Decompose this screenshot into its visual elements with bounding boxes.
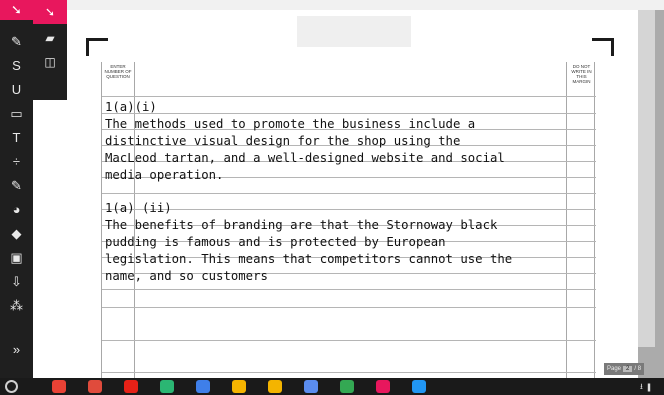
os-taskbar: ⭳ ▮ <box>0 378 664 395</box>
text-icon[interactable]: T <box>0 128 33 148</box>
total-pages: / 8 <box>634 366 642 372</box>
ruled-line <box>102 96 596 97</box>
note-icon[interactable]: ▰ <box>33 26 67 50</box>
answer-line[interactable]: media operation. <box>105 167 223 183</box>
answer-line[interactable]: legislation. This means that competitors… <box>105 251 512 267</box>
pin-icon[interactable]: ⇩ <box>0 272 33 292</box>
keep-icon[interactable] <box>232 380 246 393</box>
youtube-icon[interactable] <box>124 380 138 393</box>
more-icon[interactable]: » <box>0 340 33 360</box>
play-store-icon[interactable] <box>160 380 174 393</box>
slides-icon[interactable] <box>268 380 282 393</box>
ruled-line <box>102 209 596 210</box>
app-icon[interactable] <box>412 380 426 393</box>
answer-line[interactable]: 1(a)(i) <box>105 99 157 115</box>
margin-header: DO NOT WRITE IN THIS MARGIN <box>571 64 592 84</box>
chrome-icon[interactable] <box>52 380 66 393</box>
pen-icon[interactable]: ✎ <box>0 176 33 196</box>
annotation-toolbar: ➘ ✎ S U ▭ T ÷ ✎ ◕ ◆ ▣ ⇩ ⁂ » <box>0 0 33 378</box>
frame-icon[interactable]: ◫ <box>33 50 67 74</box>
image-icon[interactable]: ▣ <box>0 248 33 268</box>
answer-line[interactable]: MacLeod tartan, and a well-designed webs… <box>105 150 505 166</box>
answer-line[interactable]: 1(a) (ii) <box>105 200 172 216</box>
page-label: Page <box>607 366 622 372</box>
answer-line[interactable]: pudding is famous and is protected by Eu… <box>105 234 446 250</box>
strikethrough-icon[interactable]: S <box>0 56 33 76</box>
launcher-icon[interactable] <box>5 380 18 393</box>
underline-icon[interactable]: U <box>0 80 33 100</box>
answer-line[interactable]: name, and so customers <box>105 268 268 284</box>
title-placeholder-box <box>297 16 411 47</box>
eraser-icon[interactable]: ◆ <box>0 224 33 244</box>
sheets-icon[interactable] <box>304 380 318 393</box>
answer-line[interactable]: distinctive visual design for the shop u… <box>105 133 460 149</box>
answer-line[interactable]: The methods used to promote the business… <box>105 116 475 132</box>
ruled-line <box>102 289 596 290</box>
current-page[interactable]: 2 <box>623 366 633 372</box>
scan-corner-mark-top-right <box>592 38 614 56</box>
top-strip <box>0 0 664 10</box>
voice-comment-icon[interactable]: ◕ <box>0 200 33 220</box>
comment-icon[interactable]: ▭ <box>0 104 33 124</box>
answer-sheet[interactable]: ENTER NUMBER OF QUESTION DO NOT WRITE IN… <box>101 62 596 378</box>
ruled-line <box>102 113 596 114</box>
select-arrow-icon[interactable]: ➘ <box>0 0 33 20</box>
scan-corner-mark-top-left <box>86 38 108 56</box>
question-number-header: ENTER NUMBER OF QUESTION <box>104 64 132 79</box>
drive-icon[interactable] <box>340 380 354 393</box>
gmail-icon[interactable] <box>88 380 102 393</box>
divide-icon[interactable]: ÷ <box>0 152 33 172</box>
system-tray[interactable]: ⭳ ▮ <box>640 381 653 395</box>
docs-icon[interactable] <box>196 380 210 393</box>
ruled-line <box>102 193 596 194</box>
ruled-line <box>102 340 596 341</box>
scrollbar-thumb[interactable] <box>638 10 655 347</box>
page-add-icon[interactable]: ⁂ <box>0 296 33 316</box>
kami-icon[interactable] <box>376 380 390 393</box>
answer-line[interactable]: The benefits of branding are that the St… <box>105 217 497 233</box>
margin-column-divider <box>566 62 567 378</box>
ruled-line <box>102 372 596 373</box>
select-arrow-icon[interactable]: ➘ <box>33 0 67 24</box>
page-indicator: Page 2/ 8 <box>604 363 645 375</box>
toolbar-flyout: ➘ ▰ ◫ <box>33 0 67 100</box>
highlighter-icon[interactable]: ✎ <box>0 32 33 52</box>
ruled-line <box>102 307 596 308</box>
